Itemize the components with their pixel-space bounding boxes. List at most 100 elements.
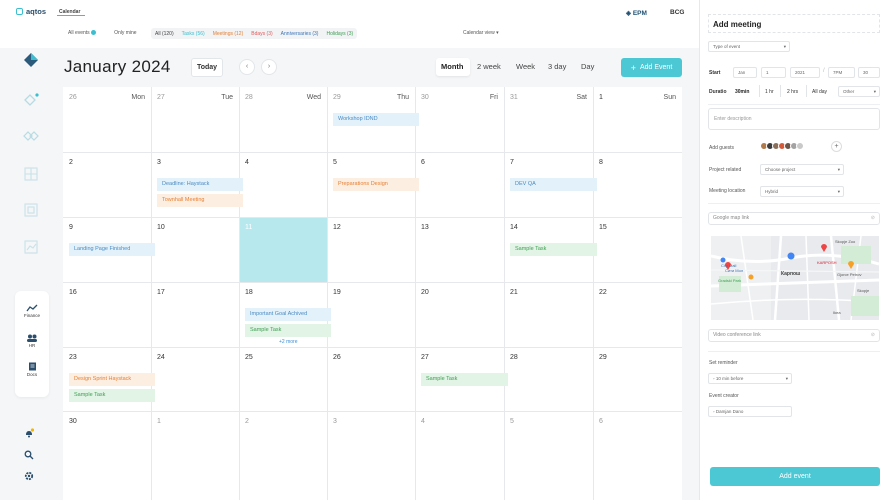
day-cell[interactable]: 31 Sat xyxy=(504,87,593,152)
calendar-event[interactable]: Landing Page Finished xyxy=(69,243,155,256)
calendar-view-dropdown[interactable]: Calendar view ▾ xyxy=(463,30,499,36)
tab-2-week[interactable]: 2 week xyxy=(477,62,501,71)
creator-select[interactable]: ◦ Damjan Dano xyxy=(708,406,792,417)
day-cell[interactable]: 25 xyxy=(239,347,327,411)
sidebar-item-docs[interactable]: Docs xyxy=(15,362,49,377)
day-cell[interactable]: 26 Mon xyxy=(63,87,151,152)
video-link-input[interactable]: Video conference link ⊘ xyxy=(708,329,880,342)
day-cell[interactable]: 20 xyxy=(415,282,504,347)
day-cell[interactable]: 29 xyxy=(593,347,682,411)
day-cell[interactable]: 28 Wed xyxy=(239,87,327,152)
calendar-event[interactable]: Sample Task xyxy=(421,373,508,386)
location-map[interactable]: Skopje Zoo City Mall Gradski Park KARPOS… xyxy=(711,236,879,320)
notifications-bell-icon[interactable] xyxy=(24,428,35,440)
day-cell[interactable]: 2 xyxy=(239,411,327,500)
location-select[interactable]: Hybrid ▾ xyxy=(760,186,844,197)
day-cell[interactable]: 22 xyxy=(593,282,682,347)
duration-30min[interactable]: 30min xyxy=(735,89,749,95)
day-cell[interactable]: 17 xyxy=(151,282,239,347)
duration-1hr[interactable]: 1 hr xyxy=(765,89,774,95)
day-cell[interactable]: 4 xyxy=(239,152,327,217)
org-switch-bcg[interactable]: BCG xyxy=(670,9,684,16)
tab-day[interactable]: Day xyxy=(581,62,594,71)
only-mine-toggle[interactable]: Only mine xyxy=(110,28,141,38)
today-button[interactable]: Today xyxy=(191,58,223,77)
day-cell[interactable]: 15 xyxy=(593,217,682,282)
tab-month[interactable]: Month xyxy=(441,62,464,71)
layout-icon[interactable] xyxy=(22,201,40,219)
map-link-input[interactable]: Google map link ⊘ xyxy=(708,212,880,225)
calendar-event[interactable]: Deadline: Haystack xyxy=(157,178,243,191)
calendar-event[interactable]: DEV QA xyxy=(510,178,597,191)
day-cell[interactable]: 27 Tue xyxy=(151,87,239,152)
day-cell[interactable]: 30 xyxy=(63,411,151,500)
grid-icon[interactable] xyxy=(22,165,40,183)
duration-all-day[interactable]: All day xyxy=(812,89,827,95)
calendar-event[interactable]: Workshop IDND xyxy=(333,113,419,126)
sidebar-item-finance[interactable]: Finance xyxy=(15,304,49,318)
board-icon[interactable] xyxy=(22,238,40,256)
start-day-select[interactable]: 1 xyxy=(761,67,786,78)
add-event-button[interactable]: + Add Event xyxy=(621,58,682,77)
duration-2hrs[interactable]: 2 hrs xyxy=(787,89,798,95)
sidebar-item-hr[interactable]: HR xyxy=(15,334,49,348)
brand-diamond-icon[interactable] xyxy=(22,51,40,69)
day-cell[interactable]: 11 xyxy=(239,217,327,282)
tab-3-day[interactable]: 3 day xyxy=(548,62,566,71)
day-cell[interactable]: 13 xyxy=(415,217,504,282)
day-cell[interactable]: 21 xyxy=(504,282,593,347)
day-cell[interactable]: 19 xyxy=(327,282,415,347)
workspace-icon[interactable] xyxy=(22,91,40,109)
chip-tasks[interactable]: Tasks (56) xyxy=(178,29,209,39)
calendar-event[interactable]: Sample Task xyxy=(510,243,597,256)
settings-gear-icon[interactable] xyxy=(24,471,34,483)
duration-other-select[interactable]: Other ▾ xyxy=(838,86,880,97)
day-cell[interactable]: 28 xyxy=(504,347,593,411)
start-month-select[interactable]: Jan xyxy=(733,67,757,78)
search-icon[interactable] xyxy=(24,450,34,462)
event-type-select[interactable]: Type of event ▾ xyxy=(708,41,790,52)
start-minute-select[interactable]: 30 xyxy=(858,67,880,78)
description-input[interactable]: Enter description xyxy=(708,108,880,130)
links-icon[interactable] xyxy=(22,127,40,145)
day-cell[interactable]: 16 xyxy=(63,282,151,347)
day-cell[interactable]: 6 xyxy=(593,411,682,500)
calendar-event[interactable]: Sample Task xyxy=(245,324,331,337)
day-cell[interactable]: 6 xyxy=(415,152,504,217)
day-cell[interactable]: 1 xyxy=(151,411,239,500)
start-year-select[interactable]: 2021 xyxy=(790,67,820,78)
day-cell[interactable]: 10 xyxy=(151,217,239,282)
day-cell[interactable]: 8 xyxy=(593,152,682,217)
calendar-event[interactable]: Sample Task xyxy=(69,389,155,402)
chip-holidays[interactable]: Holidays (3) xyxy=(322,29,357,39)
app-logo[interactable]: aqtos xyxy=(16,7,46,16)
day-cell[interactable]: 1 Sun xyxy=(593,87,682,152)
day-cell[interactable]: 4 xyxy=(415,411,504,500)
chip-all[interactable]: All (120) xyxy=(151,29,178,39)
calendar-event[interactable]: Design Sprint Haystack xyxy=(69,373,155,386)
prev-month-button[interactable]: ‹ xyxy=(239,59,255,75)
chip-bdays[interactable]: Bdays (3) xyxy=(247,29,276,39)
day-cell[interactable]: 2 xyxy=(63,152,151,217)
day-cell[interactable]: 24 xyxy=(151,347,239,411)
tab-week[interactable]: Week xyxy=(516,62,535,71)
add-guest-button[interactable]: + xyxy=(831,141,842,152)
day-cell[interactable]: 5 xyxy=(504,411,593,500)
calendar-event[interactable]: Townhall Meeting xyxy=(157,194,243,207)
day-cell[interactable]: 30 Fri xyxy=(415,87,504,152)
chip-anniversaries[interactable]: Anniversaries (3) xyxy=(277,29,323,39)
project-select[interactable]: Choose project ▾ xyxy=(760,164,844,175)
add-event-submit-button[interactable]: Add event xyxy=(710,467,880,486)
day-cell[interactable]: 26 xyxy=(327,347,415,411)
all-events-toggle[interactable]: All events xyxy=(64,28,100,38)
day-cell[interactable]: 12 xyxy=(327,217,415,282)
calendar-event[interactable]: Preparations Design xyxy=(333,178,419,191)
more-events-link[interactable]: +2 more xyxy=(279,339,297,345)
calendar-event[interactable]: Important Goal Achived xyxy=(245,308,331,321)
day-cell[interactable]: 3 xyxy=(327,411,415,500)
next-month-button[interactable]: › xyxy=(261,59,277,75)
reminder-select[interactable]: ◦ 10 min before ▾ xyxy=(708,373,792,384)
chip-meetings[interactable]: Meetings (12) xyxy=(209,29,248,39)
org-switch-epm[interactable]: ◈ EPM xyxy=(626,9,647,17)
start-hour-select[interactable]: 7PM xyxy=(828,67,855,78)
